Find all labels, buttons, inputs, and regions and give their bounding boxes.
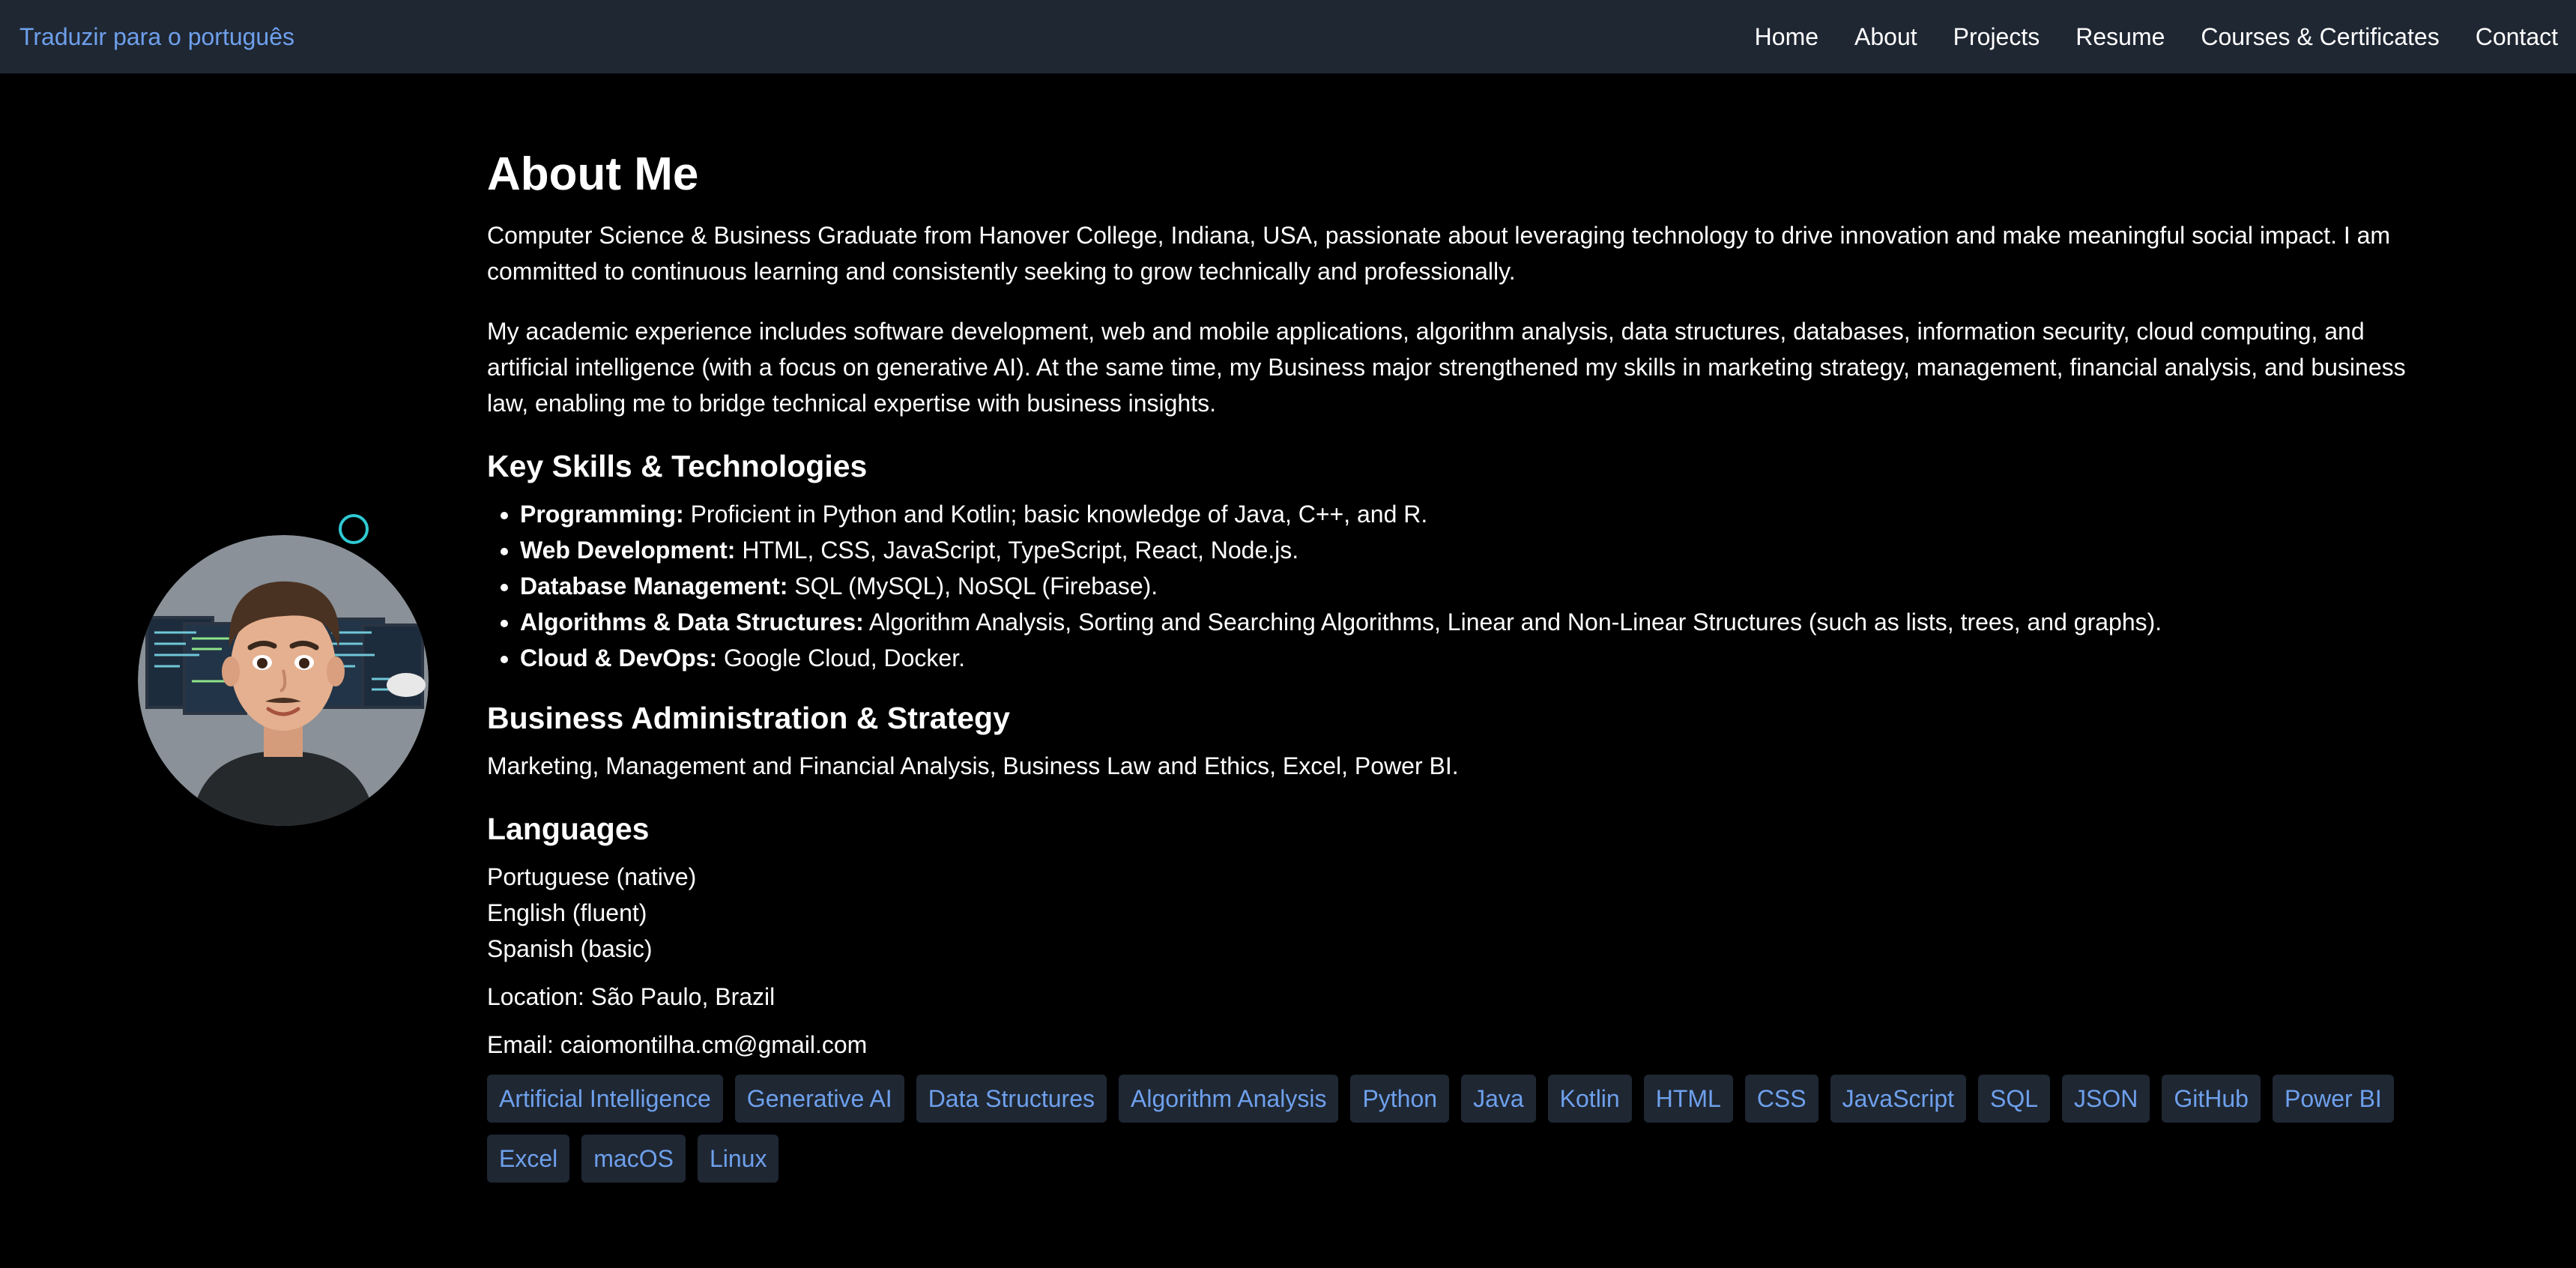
nav-link-contact[interactable]: Contact (2476, 23, 2558, 51)
skill-label: Programming: (520, 501, 684, 528)
tag[interactable]: HTML (1643, 1075, 1733, 1123)
tag[interactable]: Generative AI (734, 1075, 904, 1123)
skill-item: Web Development: HTML, CSS, JavaScript, … (520, 532, 2428, 568)
tag[interactable]: JavaScript (1830, 1075, 1966, 1123)
skill-label: Algorithms & Data Structures: (520, 609, 864, 635)
page-title: About Me (487, 148, 699, 200)
tag[interactable]: SQL (1978, 1075, 2051, 1123)
tag[interactable]: Python (1350, 1075, 1450, 1123)
status-ring-icon (339, 514, 369, 544)
skill-text: SQL (MySQL), NoSQL (Firebase). (787, 573, 1158, 600)
language-item: Spanish (basic) (487, 935, 653, 962)
skill-text: Algorithm Analysis, Sorting and Searchin… (863, 609, 2162, 635)
skill-label: Web Development: (520, 537, 736, 564)
tag[interactable]: Linux (697, 1135, 779, 1183)
skill-text: Google Cloud, Docker. (717, 644, 965, 671)
skill-item: Algorithms & Data Structures: Algorithm … (520, 604, 2428, 640)
skill-item: Cloud & DevOps: Google Cloud, Docker. (520, 640, 2428, 676)
language-item: Portuguese (native) (487, 863, 697, 890)
tag[interactable]: Data Structures (916, 1075, 1107, 1123)
languages-heading: Languages (487, 812, 650, 846)
nav-link-resume[interactable]: Resume (2075, 23, 2165, 51)
email-text: Email: caiomontilha.cm@gmail.com (487, 1031, 868, 1058)
avatar (138, 535, 429, 826)
languages-list: Portuguese (native) English (fluent) Spa… (487, 859, 2428, 967)
nav-link-about[interactable]: About (1854, 23, 1917, 51)
business-heading: Business Administration & Strategy (487, 701, 1010, 735)
tag[interactable]: macOS (581, 1135, 686, 1183)
tag[interactable]: GitHub (2162, 1075, 2261, 1123)
tag[interactable]: JSON (2062, 1075, 2150, 1123)
nav-link-projects[interactable]: Projects (1953, 23, 2040, 51)
top-navbar: Traduzir para o português Home About Pro… (0, 0, 2576, 73)
skill-item: Database Management: SQL (MySQL), NoSQL … (520, 568, 2428, 604)
tag[interactable]: Excel (487, 1135, 570, 1183)
skill-item: Programming: Proficient in Python and Ko… (520, 496, 2428, 532)
skill-label: Database Management: (520, 573, 788, 600)
nav-link-home[interactable]: Home (1755, 23, 1818, 51)
intro-paragraph: Computer Science & Business Graduate fro… (487, 222, 2391, 285)
tag[interactable]: Artificial Intelligence (487, 1075, 723, 1123)
translate-link[interactable]: Traduzir para o português (19, 23, 294, 51)
tag[interactable]: Power BI (2272, 1075, 2394, 1123)
about-section: About Me Computer Science & Business Gra… (487, 142, 2428, 1195)
location-text: Location: São Paulo, Brazil (487, 983, 775, 1010)
nav-link-courses[interactable]: Courses & Certificates (2201, 23, 2439, 51)
skills-list: Programming: Proficient in Python and Ko… (487, 496, 2428, 676)
tag[interactable]: Algorithm Analysis (1119, 1075, 1339, 1123)
tag[interactable]: Kotlin (1547, 1075, 1632, 1123)
skill-text: Proficient in Python and Kotlin; basic k… (683, 501, 1428, 528)
tag[interactable]: CSS (1744, 1075, 1818, 1123)
nav-links: Home About Projects Resume Courses & Cer… (1719, 23, 2558, 51)
business-text: Marketing, Management and Financial Anal… (487, 752, 1459, 779)
tag-list: Artificial Intelligence Generative AI Da… (487, 1075, 2435, 1195)
skills-heading: Key Skills & Technologies (487, 449, 868, 483)
academic-paragraph: My academic experience includes software… (487, 318, 2406, 417)
language-item: English (fluent) (487, 899, 647, 926)
skill-text: HTML, CSS, JavaScript, TypeScript, React… (735, 537, 1299, 564)
tag[interactable]: Java (1461, 1075, 1536, 1123)
skill-label: Cloud & DevOps: (520, 644, 718, 671)
avatar-container (138, 535, 429, 826)
